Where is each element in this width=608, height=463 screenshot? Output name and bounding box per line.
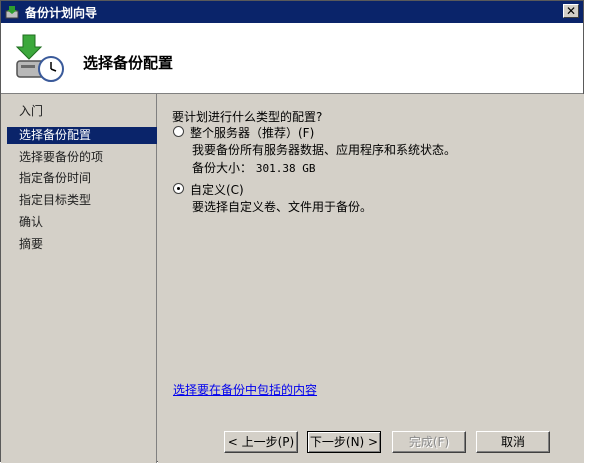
wizard-steps-sidebar: 入门 选择备份配置 选择要备份的项 指定备份时间 指定目标类型 确认 摘要 [1,94,157,463]
title-bar[interactable]: 备份计划向导 ✕ [1,1,583,23]
sidebar-item-getting-started[interactable]: 入门 [7,103,157,120]
select-content-link[interactable]: 选择要在备份中包括的内容 [173,381,317,398]
wizard-content: 要计划进行什么类型的配置? 整个服务器（推荐）(F) 我要备份所有服务器数据、应… [158,94,584,463]
sidebar-item-summary[interactable]: 摘要 [7,236,157,253]
backup-size-row: 备份大小： 301.38 GB [192,159,315,176]
close-icon: ✕ [565,4,577,18]
backup-schedule-icon [15,34,64,82]
full-server-description: 我要备份所有服务器数据、应用程序和系统状态。 [192,143,457,157]
sidebar-item-destination-type[interactable]: 指定目标类型 [7,192,157,209]
backup-app-icon [5,6,19,19]
cancel-button[interactable]: 取消 [476,431,550,453]
custom-radio[interactable] [173,183,184,194]
sidebar-item-backup-time[interactable]: 指定备份时间 [7,170,157,187]
backup-size-value: 301.38 GB [255,162,316,175]
sidebar-item-select-config[interactable]: 选择备份配置 [7,127,157,144]
back-button[interactable]: < 上一步(P) [224,431,298,453]
wizard-header: 选择备份配置 [1,23,583,94]
radio-selected-dot [177,187,180,190]
backup-size-label: 备份大小： [192,161,253,175]
full-server-radio[interactable] [173,126,184,137]
page-title: 选择备份配置 [83,54,174,72]
finish-button[interactable]: 完成(F) [392,431,466,453]
backup-wizard-window: 备份计划向导 ✕ 选择备份配置 入门 选择备份配置 选择要备份的项 指定备份时间… [0,0,584,463]
window-title: 备份计划向导 [25,6,98,20]
sidebar-item-select-items[interactable]: 选择要备份的项 [7,149,157,166]
next-button[interactable]: 下一步(N) > [307,431,381,453]
close-button[interactable]: ✕ [563,4,579,18]
config-question: 要计划进行什么类型的配置? [172,110,323,124]
full-server-label[interactable]: 整个服务器（推荐）(F) [190,124,314,141]
custom-description: 要选择自定义卷、文件用于备份。 [192,200,373,214]
sidebar-item-confirm[interactable]: 确认 [7,214,157,231]
custom-label[interactable]: 自定义(C) [190,181,244,198]
